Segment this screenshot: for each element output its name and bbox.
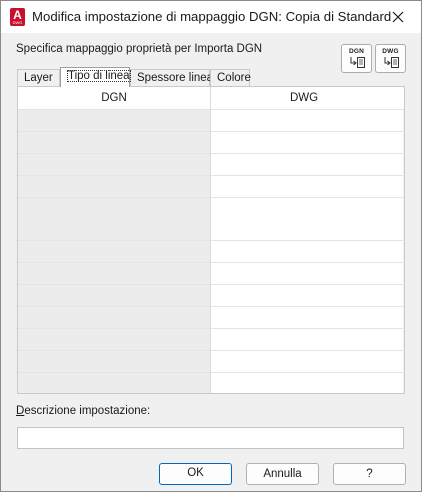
table-row[interactable] — [18, 131, 404, 154]
description-input[interactable] — [17, 427, 404, 449]
table-row[interactable] — [18, 175, 404, 198]
dwg-cell[interactable] — [211, 263, 403, 286]
tab-colore[interactable]: Colore — [210, 69, 251, 86]
table-row[interactable] — [18, 372, 404, 393]
dgn-cell[interactable] — [18, 219, 211, 242]
title-bar: A DWG Modifica impostazione di mappaggio… — [1, 1, 421, 33]
tab-spessore-linea[interactable]: Spessore linea — [130, 69, 213, 86]
table-row[interactable] — [18, 285, 404, 308]
dialog-window: A DWG Modifica impostazione di mappaggio… — [0, 0, 422, 492]
help-button[interactable]: ? — [333, 463, 406, 485]
table-row[interactable] — [18, 263, 404, 286]
table-row[interactable] — [18, 153, 404, 176]
dwg-cell[interactable] — [211, 131, 403, 154]
dgn-button-label: DGN — [348, 48, 365, 55]
dwg-cell[interactable] — [211, 175, 403, 198]
dgn-cell[interactable] — [18, 197, 211, 220]
app-icon-sublabel: DWG — [12, 20, 23, 25]
table-row[interactable] — [18, 307, 404, 330]
description-label-rest: escrizione impostazione: — [24, 405, 151, 417]
tab-layer[interactable]: Layer — [17, 69, 60, 86]
cancel-button[interactable]: Annulla — [246, 463, 319, 485]
map-dgn-button[interactable]: DGN — [341, 44, 372, 73]
table-row[interactable] — [18, 328, 404, 351]
autocad-icon: A DWG — [10, 8, 25, 26]
column-header-dwg[interactable]: DWG — [211, 87, 397, 109]
dgn-cell[interactable] — [18, 285, 211, 308]
grid-rows — [18, 110, 404, 393]
table-row[interactable] — [18, 197, 404, 220]
dgn-cell[interactable] — [18, 131, 211, 154]
dwg-cell[interactable] — [211, 328, 403, 351]
dgn-cell[interactable] — [18, 241, 211, 264]
dwg-cell[interactable] — [211, 197, 403, 220]
description-label: Descrizione impostazione: — [16, 405, 150, 417]
dwg-cell[interactable] — [211, 153, 403, 176]
table-row[interactable] — [18, 350, 404, 373]
table-row[interactable] — [18, 110, 404, 132]
dwg-cell[interactable] — [211, 241, 403, 264]
dwg-button-label: DWG — [382, 48, 399, 55]
dgn-cell[interactable] — [18, 350, 211, 373]
close-icon — [392, 11, 404, 23]
dgn-cell[interactable] — [18, 328, 211, 351]
table-row[interactable] — [18, 219, 404, 242]
dwg-cell[interactable] — [211, 285, 403, 308]
dwg-cell[interactable] — [211, 350, 403, 373]
dgn-cell[interactable] — [18, 175, 211, 198]
mapping-grid: DGN DWG — [17, 86, 405, 394]
grid-header: DGN DWG — [18, 87, 404, 110]
dgn-cell[interactable] — [18, 263, 211, 286]
dwg-cell[interactable] — [211, 219, 403, 242]
window-title: Modifica impostazione di mappaggio DGN: … — [32, 9, 392, 24]
column-header-dgn[interactable]: DGN — [18, 87, 211, 109]
dgn-cell[interactable] — [18, 153, 211, 176]
dwg-cell[interactable] — [211, 372, 403, 393]
tab-tipo-di-linea[interactable]: Tipo di linea — [60, 67, 131, 87]
dwg-cell[interactable] — [211, 110, 403, 132]
map-arrow-icon — [384, 57, 399, 68]
dwg-cell[interactable] — [211, 307, 403, 330]
mapping-section-label: Specifica mappaggio proprietà per Import… — [16, 43, 263, 55]
table-row[interactable] — [18, 241, 404, 264]
ok-button[interactable]: OK — [159, 463, 232, 485]
dgn-cell[interactable] — [18, 307, 211, 330]
map-dwg-button[interactable]: DWG — [375, 44, 406, 73]
map-arrow-icon — [350, 57, 365, 68]
close-button[interactable] — [375, 1, 421, 33]
dgn-cell[interactable] — [18, 372, 211, 393]
dgn-cell[interactable] — [18, 110, 211, 132]
